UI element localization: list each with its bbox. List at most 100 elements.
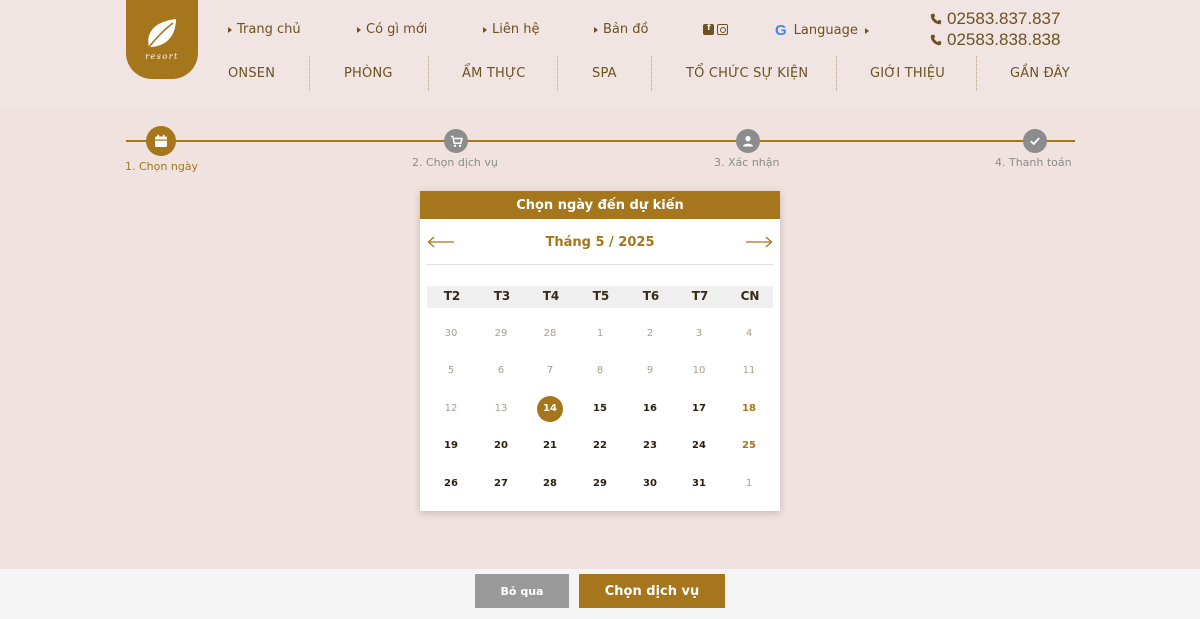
calendar-day[interactable]: 27 — [488, 471, 514, 497]
calendar-day[interactable]: 17 — [686, 396, 712, 422]
date-picker-title: Chọn ngày đến dự kiến — [420, 191, 780, 219]
nav-divider — [651, 56, 652, 91]
facebook-icon[interactable] — [703, 23, 714, 35]
leaf-icon — [148, 19, 176, 48]
weekday-header: T2 T3 T4 T5 T6 T7 CN — [427, 286, 773, 308]
calendar-day[interactable]: 18 — [736, 396, 762, 422]
arrow-right-icon[interactable] — [745, 236, 773, 248]
calendar-day[interactable]: 29 — [587, 471, 613, 497]
calendar-day[interactable]: 31 — [686, 471, 712, 497]
social-links — [703, 23, 728, 35]
calendar-day: 2 — [646, 328, 654, 339]
instagram-icon[interactable] — [717, 24, 728, 35]
selected-day[interactable]: 14 — [537, 396, 563, 422]
calendar-day[interactable]: 19 — [438, 433, 464, 459]
calendar-day: 10 — [692, 365, 706, 376]
skip-button[interactable]: Bỏ qua — [475, 574, 569, 608]
calendar-day: 4 — [745, 328, 753, 339]
calendar-icon — [155, 134, 167, 147]
caret-right-icon — [864, 27, 869, 34]
phone-number-text: 02583.838.838 — [947, 29, 1061, 49]
calendar-day[interactable]: 23 — [637, 433, 663, 459]
action-bar: Bỏ qua Chọn dịch vụ — [0, 569, 1200, 619]
step-3-label: 3. Xác nhận — [714, 156, 780, 169]
nav-dining[interactable]: ẨM THỰC — [462, 66, 526, 81]
calendar-day[interactable]: 16 — [637, 396, 663, 422]
nav-events[interactable]: TỔ CHỨC SỰ KIỆN — [686, 66, 808, 81]
check-icon — [1030, 137, 1040, 146]
phone-number-1[interactable]: 02583.837.837 — [930, 8, 1060, 29]
month-label: Tháng 5 / 2025 — [545, 235, 655, 250]
nav-nearby[interactable]: GẦN ĐÂY — [1010, 66, 1070, 81]
calendar-day: 1 — [596, 328, 604, 339]
phone-number-2[interactable]: 02583.838.838 — [930, 29, 1060, 50]
site-header: resort Trang chủ Có gì mới Liên hệ Bản đ… — [0, 0, 1200, 109]
calendar-day[interactable]: 24 — [686, 433, 712, 459]
toplink-contact[interactable]: Liên hệ — [483, 22, 539, 37]
weekday-label: T7 — [691, 289, 709, 303]
calendar-day: 29 — [494, 328, 508, 339]
language-label: Language — [793, 23, 858, 38]
choose-service-button[interactable]: Chọn dịch vụ — [579, 574, 725, 608]
toplink-label: Bản đồ — [603, 22, 649, 37]
calendar-day[interactable]: 15 — [587, 396, 613, 422]
weekday-label: T5 — [592, 289, 610, 303]
nav-about[interactable]: GIỚI THIỆU — [870, 66, 945, 81]
calendar-day: 5 — [447, 365, 455, 376]
toplink-label: Có gì mới — [366, 22, 428, 37]
calendar-day[interactable]: 26 — [438, 471, 464, 497]
calendar-day[interactable]: 28 — [537, 471, 563, 497]
calendar-day[interactable]: 25 — [736, 433, 762, 459]
nav-divider — [976, 56, 977, 91]
calendar-day[interactable]: 21 — [537, 433, 563, 459]
calendar-day: 1 — [745, 478, 753, 489]
calendar-day: 6 — [497, 365, 505, 376]
calendar-day: 9 — [646, 365, 654, 376]
weekday-label: T2 — [443, 289, 461, 303]
step-2-marker — [444, 129, 468, 153]
month-navigator: Tháng 5 / 2025 — [427, 219, 773, 265]
nav-rooms[interactable]: PHÒNG — [344, 66, 393, 81]
nav-onsen[interactable]: ONSEN — [228, 66, 275, 81]
nav-spa[interactable]: SPA — [592, 66, 617, 81]
phone-icon — [930, 34, 942, 45]
weekday-label: T6 — [642, 289, 660, 303]
weekday-label: T3 — [493, 289, 511, 303]
calendar-day: 30 — [444, 328, 458, 339]
calendar-day: 13 — [494, 403, 508, 414]
cart-icon — [450, 135, 463, 147]
calendar-day[interactable]: 20 — [488, 433, 514, 459]
language-selector[interactable]: G Language — [775, 22, 869, 39]
toplink-map[interactable]: Bản đồ — [594, 22, 648, 37]
resort-logo[interactable]: resort — [126, 0, 198, 79]
nav-divider — [309, 56, 310, 91]
user-icon — [743, 136, 753, 147]
calendar-day: 28 — [543, 328, 557, 339]
step-3-marker — [736, 129, 760, 153]
caret-right-icon — [483, 26, 487, 33]
step-1-marker[interactable] — [146, 126, 176, 156]
toplink-label: Trang chủ — [237, 22, 301, 37]
phone-icon — [930, 13, 942, 24]
caret-right-icon — [594, 26, 598, 33]
weekday-label: T4 — [542, 289, 560, 303]
calendar-day: 12 — [444, 403, 458, 414]
step-4-marker — [1023, 129, 1047, 153]
weekday-label: CN — [740, 289, 760, 303]
step-2-label: 2. Chọn dịch vụ — [412, 156, 498, 169]
calendar-day: 11 — [742, 365, 756, 376]
toplink-whats-new[interactable]: Có gì mới — [357, 22, 427, 37]
calendar-day: 8 — [596, 365, 604, 376]
step-1-label: 1. Chọn ngày — [125, 160, 199, 173]
caret-right-icon — [228, 26, 232, 33]
nav-divider — [428, 56, 429, 91]
progress-line — [126, 140, 1075, 142]
logo-text: resort — [145, 52, 179, 61]
google-icon: G — [775, 22, 787, 39]
toplink-label: Liên hệ — [492, 22, 540, 37]
calendar-day[interactable]: 30 — [637, 471, 663, 497]
step-4-label: 4. Thanh toán — [995, 156, 1072, 169]
toplink-home[interactable]: Trang chủ — [228, 22, 301, 37]
nav-divider — [557, 56, 558, 91]
calendar-day[interactable]: 22 — [587, 433, 613, 459]
